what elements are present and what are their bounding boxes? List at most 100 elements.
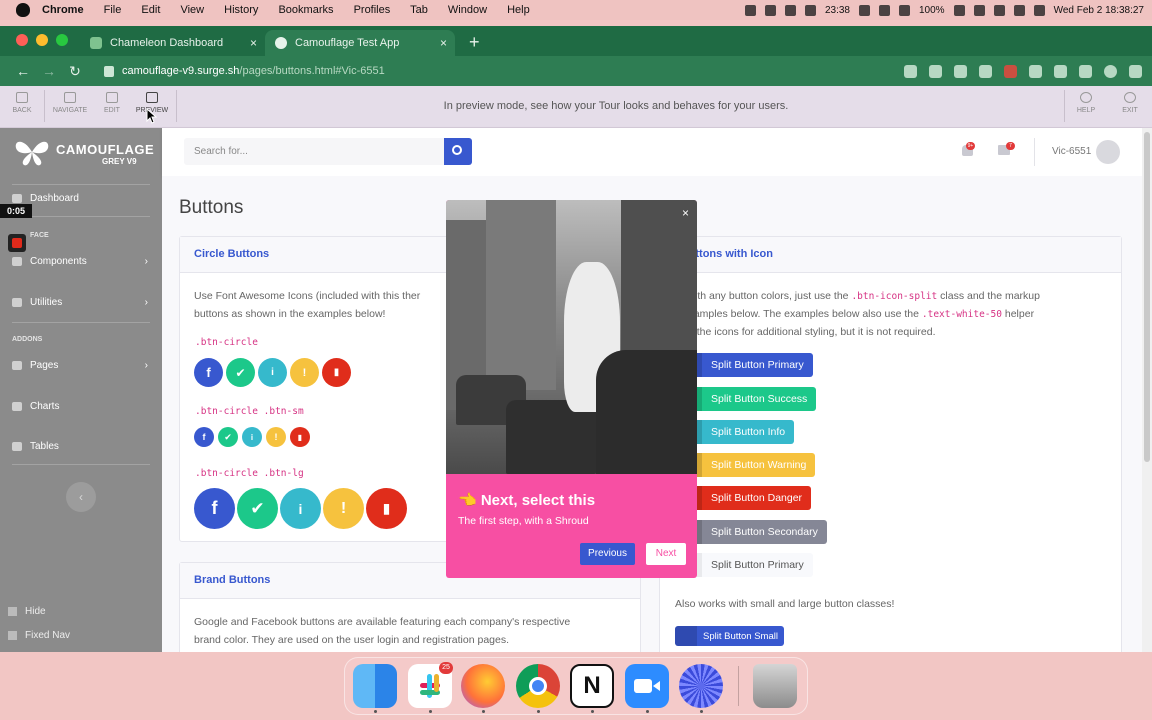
bluetooth-icon[interactable] [898,4,910,16]
exit-button[interactable]: EXIT [1110,92,1150,114]
sidebar-item-tables[interactable]: Tables [12,437,152,455]
previous-button[interactable]: Previous [580,543,635,565]
extension-red-icon[interactable] [1004,64,1017,78]
firefox-icon[interactable] [461,664,505,708]
close-icon[interactable]: × [682,206,689,220]
menu-app[interactable]: Chrome [42,4,84,16]
notion-icon[interactable]: N [570,664,614,708]
warning-circle-button-sm[interactable]: ! [266,427,286,447]
kebab-menu-icon[interactable] [1129,64,1142,78]
bookmark-star-icon[interactable] [954,64,967,78]
avatar[interactable] [1096,140,1120,164]
sidebar-icon[interactable] [1079,64,1092,78]
menu-edit[interactable]: Edit [141,4,160,16]
flag-icon[interactable] [993,4,1005,16]
circle-app-icon[interactable] [764,4,776,16]
menu-tab[interactable]: Tab [410,4,428,16]
sidebar-toggle-button[interactable]: ‹ [66,482,96,512]
screen-record-icon[interactable] [804,4,816,16]
warning-circle-button-lg[interactable]: ! [323,488,364,529]
maximize-window-icon[interactable] [56,34,68,46]
split-button-primary[interactable]: Split Button Primary [690,353,813,377]
next-button[interactable]: Next [646,543,686,565]
sidebar-item-dashboard[interactable]: Dashboard [12,189,152,207]
tab-camouflage-test-app[interactable]: Camouflage Test App × [265,30,455,56]
hide-button[interactable]: Hide [8,606,46,617]
check-circle-button[interactable]: ✔ [226,358,255,387]
spotlight-search-icon[interactable] [1013,4,1025,16]
trash-circle-button[interactable]: ▮ [322,358,351,387]
fixed-nav-button[interactable]: Fixed Nav [8,630,70,641]
url-field[interactable]: camouflage-v9.surge.sh/pages/buttons.htm… [122,65,385,77]
sidebar-item-utilities[interactable]: Utilities › [12,293,152,311]
trash-circle-button-sm[interactable]: ▮ [290,427,310,447]
menubar-datetime[interactable]: Wed Feb 2 18:38:27 [1054,5,1144,16]
brand-logo[interactable]: CAMOUFLAGE GREY V9 [14,138,154,174]
apple-icon[interactable] [16,3,30,17]
split-button-danger[interactable]: Split Button Danger [690,486,812,510]
share-icon[interactable] [929,64,942,78]
headphones-icon[interactable] [878,4,890,16]
chameleon-app-icon[interactable] [679,664,723,708]
split-button-secondary[interactable]: Split Button Secondary [690,520,827,544]
menubar-time[interactable]: 23:38 [825,5,850,16]
menu-view[interactable]: View [180,4,204,16]
split-button-info[interactable]: Split Button Info [690,420,795,444]
battery-percent[interactable]: 100% [919,5,945,16]
battery-icon[interactable] [953,4,965,16]
warning-circle-button[interactable]: ! [290,358,319,387]
page-scrollbar[interactable] [1142,128,1152,652]
trash-icon[interactable] [753,664,797,708]
split-button-warning[interactable]: Split Button Warning [690,453,816,477]
facebook-circle-button-sm[interactable]: f [194,427,214,447]
extension-green-icon[interactable] [1029,64,1042,78]
rocket-icon[interactable] [744,4,756,16]
forward-arrow-icon[interactable]: → [38,63,60,79]
profile-avatar-icon[interactable] [1104,64,1117,78]
wifi-icon[interactable] [973,4,985,16]
search-button[interactable] [444,138,472,165]
check-circle-button-lg[interactable]: ✔ [237,488,278,529]
chrome-icon[interactable] [516,664,560,708]
facebook-circle-button[interactable]: f [194,358,223,387]
reload-icon[interactable]: ↻ [64,63,86,80]
user-name[interactable]: Vic-6551 [1052,146,1091,157]
extension-icon[interactable] [979,64,992,78]
puzzle-icon[interactable] [1054,64,1067,78]
split-button-light[interactable]: Split Button Primary [690,553,813,577]
menu-history[interactable]: History [224,4,258,16]
password-icon[interactable] [784,4,796,16]
help-button[interactable]: HELP [1066,92,1106,114]
minimize-window-icon[interactable] [36,34,48,46]
zoom-icon[interactable] [904,64,917,78]
moon-icon[interactable] [858,4,870,16]
facebook-circle-button-lg[interactable]: f [194,488,235,529]
menu-profiles[interactable]: Profiles [354,4,391,16]
lock-icon[interactable] [104,65,114,77]
menu-help[interactable]: Help [507,4,530,16]
info-circle-button-lg[interactable]: i [280,488,321,529]
close-window-icon[interactable] [16,34,28,46]
close-tab-icon[interactable]: × [440,36,447,50]
close-tab-icon[interactable]: × [250,36,257,50]
zoom-icon[interactable] [625,664,669,708]
split-button-success[interactable]: Split Button Success [690,387,817,411]
stop-recording-button[interactable] [8,234,26,252]
sidebar-item-pages[interactable]: Pages › [12,356,152,374]
sidebar-item-components[interactable]: Components › [12,252,152,270]
menu-bookmarks[interactable]: Bookmarks [278,4,333,16]
new-tab-button[interactable]: + [469,30,480,56]
check-circle-button-sm[interactable]: ✔ [218,427,238,447]
trash-circle-button-lg[interactable]: ▮ [366,488,407,529]
scrollbar-thumb[interactable] [1144,132,1150,462]
menu-file[interactable]: File [104,4,122,16]
sidebar-item-charts[interactable]: Charts [12,397,152,415]
split-button-small[interactable]: Split Button Small [675,626,784,646]
finder-icon[interactable] [353,664,397,708]
tab-chameleon-dashboard[interactable]: Chameleon Dashboard × [80,30,265,56]
control-center-icon[interactable] [1033,4,1045,16]
back-arrow-icon[interactable]: ← [12,63,34,79]
info-circle-button[interactable]: i [258,358,287,387]
info-circle-button-sm[interactable]: i [242,427,262,447]
menu-window[interactable]: Window [448,4,487,16]
